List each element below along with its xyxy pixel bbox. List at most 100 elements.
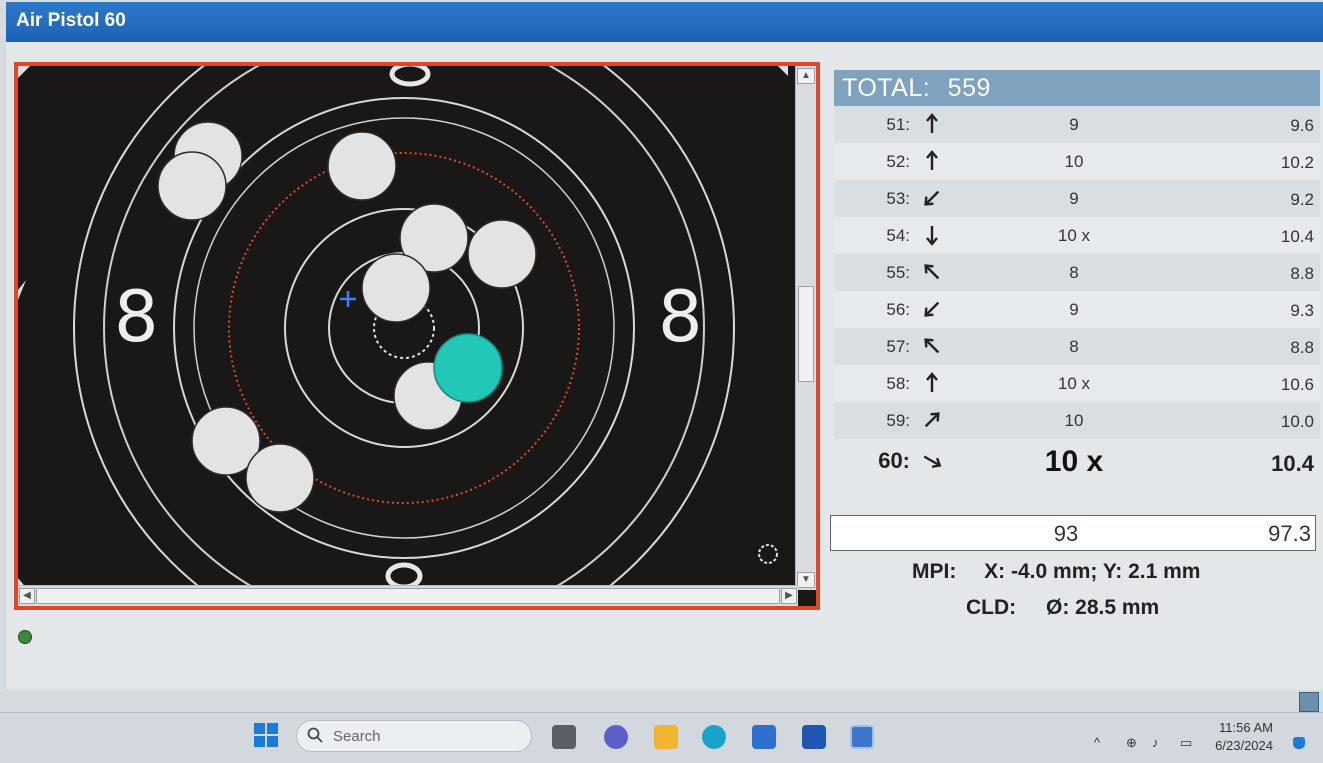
total-label: TOTAL: xyxy=(842,74,931,102)
series-decimal-sum: 97.3 xyxy=(1268,521,1311,546)
shot-score: 8 xyxy=(1069,263,1079,282)
south-arrow-icon xyxy=(926,226,938,246)
shot-number: 60: xyxy=(878,448,910,473)
series-summary: 93 97.3 xyxy=(830,515,1316,551)
clock[interactable]: 11:56 AM 6/23/2024 xyxy=(1215,719,1273,755)
shot-number: 54: xyxy=(886,226,910,245)
taskbar: Search ^ ⊕ ♪ ▭ 11:56 AM 6/23/2024 xyxy=(0,712,1323,763)
notification-bell-icon[interactable] xyxy=(1293,737,1305,749)
ring-label-left: 8 xyxy=(114,276,159,358)
cld-label: CLD: xyxy=(966,596,1017,619)
shot-decimal-score: 10.2 xyxy=(1280,153,1314,172)
scroll-up-button[interactable]: ▲ xyxy=(797,68,815,84)
task-view-icon[interactable] xyxy=(552,725,576,749)
shot-number: 58: xyxy=(886,374,910,393)
windows-logo-tile xyxy=(267,723,278,734)
shot-number: 55: xyxy=(886,263,910,282)
network-icon[interactable]: ⊕ xyxy=(1126,735,1137,751)
horizontal-scroll-thumb[interactable] xyxy=(36,588,780,604)
clock-date: 6/23/2024 xyxy=(1215,738,1273,753)
chat-icon[interactable] xyxy=(604,725,628,749)
shot-decimal-score: 10.4 xyxy=(1271,451,1314,476)
tray-overflow-icon[interactable]: ^ xyxy=(1094,735,1100,750)
shot-row[interactable]: 51: 9 9.6 xyxy=(834,106,1320,143)
cld-value: Ø: 28.5 mm xyxy=(1046,596,1160,619)
scroll-left-button[interactable]: ◀ xyxy=(19,588,35,604)
southwest-arrow-icon xyxy=(924,190,940,206)
northwest-arrow-icon xyxy=(924,338,940,354)
windows-logo-tile xyxy=(254,736,265,747)
clock-time: 11:56 AM xyxy=(1219,720,1273,735)
shot-row[interactable]: 59: 10 10.0 xyxy=(834,402,1320,439)
cld-stat: CLD: Ø: 28.5 mm xyxy=(966,596,1159,620)
shot-score: 10 x xyxy=(1057,374,1091,393)
shot-number: 53: xyxy=(886,189,910,208)
shot-number: 59: xyxy=(886,411,910,430)
mpi-stat: MPI: X: -4.0 mm; Y: 2.1 mm xyxy=(912,560,1200,584)
edge-browser-icon[interactable] xyxy=(702,725,726,749)
shot-score: 10 xyxy=(1064,152,1084,171)
settings-corner-icon[interactable] xyxy=(1299,692,1319,712)
north-arrow-icon xyxy=(926,372,938,392)
search-placeholder: Search xyxy=(333,728,381,745)
shot-score: 9 xyxy=(1069,115,1079,134)
scroll-right-button[interactable]: ▶ xyxy=(781,588,797,604)
north-arrow-icon xyxy=(926,150,938,170)
southeast-arrow-icon xyxy=(923,455,942,469)
shot-number: 57: xyxy=(886,337,910,356)
file-explorer-icon[interactable] xyxy=(654,725,678,749)
southwest-arrow-icon xyxy=(924,301,940,317)
shot-score: 10 x xyxy=(1044,445,1104,478)
shot-number: 51: xyxy=(886,115,910,134)
shot-row[interactable]: 54: 10 x 10.4 xyxy=(834,217,1320,254)
total-header: TOTAL: 559 xyxy=(834,70,1320,106)
connection-status-icon xyxy=(18,630,32,644)
target-horizontal-scrollbar[interactable]: ◀ ▶ xyxy=(18,585,798,606)
north-arrow-icon xyxy=(926,113,938,133)
shot-score: 10 xyxy=(1064,411,1084,430)
shot-number: 52: xyxy=(886,152,910,171)
window-title-bar: Air Pistol 60 xyxy=(6,2,1323,42)
mpi-value: X: -4.0 mm; Y: 2.1 mm xyxy=(984,560,1201,583)
shot-decimal-score: 10.4 xyxy=(1280,227,1314,246)
vertical-scroll-thumb[interactable] xyxy=(798,286,814,382)
shot-row[interactable]: 60: 10 x 10.4 xyxy=(834,439,1320,491)
taskbar-search[interactable]: Search xyxy=(296,720,532,752)
shot-decimal-score: 10.0 xyxy=(1280,412,1314,431)
shot-row[interactable]: 58: 10 x 10.6 xyxy=(834,365,1320,402)
shot-decimal-score: 9.3 xyxy=(1290,301,1314,320)
shot-decimal-score: 8.8 xyxy=(1290,338,1314,357)
northwest-arrow-icon xyxy=(924,264,940,280)
northeast-arrow-icon xyxy=(924,412,940,428)
mpi-label: MPI: xyxy=(912,560,957,583)
shot-decimal-score: 9.6 xyxy=(1290,116,1314,135)
shot-score: 9 xyxy=(1069,189,1079,208)
volume-icon[interactable]: ♪ xyxy=(1152,735,1159,750)
windows-logo-tile xyxy=(254,723,265,734)
shot-decimal-score: 10.6 xyxy=(1280,375,1314,394)
shot-row[interactable]: 55: 8 8.8 xyxy=(834,254,1320,291)
app-m-icon[interactable] xyxy=(802,725,826,749)
shot-row[interactable]: 53: 9 9.2 xyxy=(834,180,1320,217)
ring-label-right: 8 xyxy=(658,276,703,358)
scroll-down-button[interactable]: ▼ xyxy=(797,572,815,588)
shot-row[interactable]: 56: 9 9.3 xyxy=(834,291,1320,328)
series-sum: 93 xyxy=(1053,521,1079,546)
windows-logo-tile xyxy=(267,736,278,747)
battery-icon[interactable]: ▭ xyxy=(1180,735,1192,751)
shot-row[interactable]: 52: 10 10.2 xyxy=(834,143,1320,180)
shot-score: 9 xyxy=(1069,300,1079,319)
score-list: TOTAL: 559 51: 9 9.6 52: 10 10.2 53: 9 9.2 54: 10 … xyxy=(834,70,1320,491)
start-button[interactable] xyxy=(254,723,278,747)
shot-row[interactable]: 57: 8 8.8 xyxy=(834,328,1320,365)
shot-score: 8 xyxy=(1069,337,1079,356)
shot-decimal-score: 9.2 xyxy=(1290,190,1314,209)
store-icon[interactable] xyxy=(752,725,776,749)
target-view[interactable]: 8 8 ▲ ▼ ◀ ▶ xyxy=(14,62,820,610)
window-title: Air Pistol 60 xyxy=(16,10,126,31)
shot-decimal-score: 8.8 xyxy=(1290,264,1314,283)
shot-score: 10 x xyxy=(1057,226,1091,245)
search-icon xyxy=(307,727,323,743)
target-vertical-scrollbar[interactable]: ▲ ▼ xyxy=(795,66,816,590)
shooting-app-icon[interactable] xyxy=(850,725,874,749)
